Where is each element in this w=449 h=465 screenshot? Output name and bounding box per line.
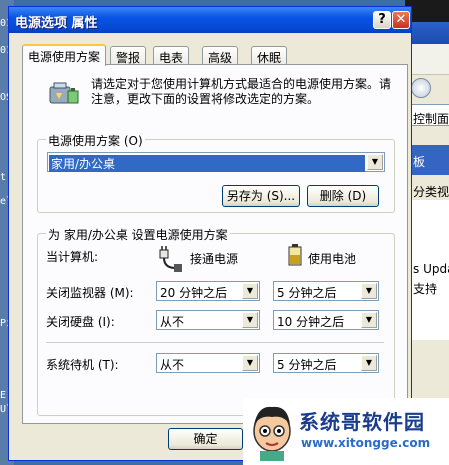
intro-text: 请选定对于您使用计算机方式最适合的电源使用方案。请注意，更改下面的设置将修改选定… — [91, 77, 392, 106]
monitor-off-ac-select[interactable]: 20 分钟之后 ▼ — [156, 281, 260, 301]
bg-text: E — [0, 390, 7, 401]
scheme-group-title: 电源使用方案 (O) — [46, 132, 145, 149]
tab-alarms[interactable]: 警报 — [110, 46, 147, 65]
ok-button[interactable]: 确定 — [168, 428, 243, 450]
bg-text: t — [0, 172, 7, 183]
computer-label: 当计算机: — [46, 250, 99, 264]
bg-text: 分类视图 — [413, 185, 449, 199]
back-icon — [411, 78, 431, 98]
watermark-url: www.xitongge.com — [301, 436, 431, 450]
settings-divider — [46, 342, 384, 343]
standby-ac-select[interactable]: 从不 ▼ — [156, 353, 260, 373]
standby-dc-value: 5 分钟之后 — [277, 358, 337, 372]
plug-icon — [159, 246, 182, 272]
chevron-down-icon[interactable]: ▼ — [361, 283, 377, 299]
standby-dc-select[interactable]: 5 分钟之后 ▼ — [273, 353, 379, 373]
window-title: 电源选项 属性 — [15, 16, 98, 31]
chevron-down-icon[interactable]: ▼ — [242, 312, 258, 328]
close-button[interactable]: ✕ — [392, 11, 410, 29]
chevron-down-icon[interactable]: ▼ — [361, 312, 377, 328]
hard-disk-off-label: 关闭硬盘 (I): — [46, 315, 115, 329]
save-as-button[interactable]: 另存为 (S)... — [222, 185, 300, 207]
mascot-logo — [253, 406, 291, 461]
standby-ac-value: 从不 — [160, 358, 185, 372]
bg-text: 支持 — [413, 282, 438, 296]
chevron-down-icon[interactable]: ▼ — [367, 154, 383, 170]
power-schemes-icon — [49, 82, 79, 104]
ac-power-label: 接通电源 — [190, 252, 239, 266]
monitor-off-label: 关闭监视器 (M): — [46, 286, 134, 300]
hard-disk-off-dc-select[interactable]: 10 分钟之后 ▼ — [273, 310, 379, 330]
watermark-title: 系统哥软件园 — [299, 410, 425, 434]
settings-group: 为 家用/办公桌 设置电源使用方案 当计算机: 接通电源 使用电池 关闭监视器 … — [37, 226, 395, 416]
bg-text: 板 — [413, 155, 426, 169]
tab-power-schemes[interactable]: 电源使用方案 — [22, 44, 107, 66]
chevron-down-icon[interactable]: ▼ — [361, 355, 377, 371]
tab-hibernate[interactable]: 休眠 — [251, 46, 288, 65]
chevron-down-icon[interactable]: ▼ — [242, 283, 258, 299]
battery-power-label: 使用电池 — [308, 252, 357, 266]
watermark: 系统哥软件园 www.xitongge.com — [243, 398, 449, 465]
battery-icon — [288, 244, 302, 266]
hard-disk-off-ac-select[interactable]: 从不 ▼ — [156, 310, 260, 330]
power-scheme-select[interactable]: 家用/办公桌 ▼ — [47, 152, 385, 172]
power-schemes-page: 请选定对于您使用计算机方式最适合的电源使用方案。请注意，更改下面的设置将修改选定… — [22, 64, 408, 424]
help-button[interactable]: ? — [373, 11, 391, 29]
power-scheme-value: 家用/办公桌 — [49, 155, 365, 172]
tab-advanced[interactable]: 高级 — [202, 46, 239, 65]
standby-label: 系统待机 (T): — [46, 358, 119, 372]
hard-disk-off-ac-value: 从不 — [160, 315, 185, 329]
chevron-down-icon[interactable]: ▼ — [242, 355, 258, 371]
tab-power-meter[interactable]: 电表 — [153, 46, 190, 65]
delete-button[interactable]: 删除 (D) — [307, 185, 379, 207]
bg-text: s Updat — [413, 262, 449, 276]
monitor-off-dc-select[interactable]: 5 分钟之后 ▼ — [273, 281, 379, 301]
settings-group-title: 为 家用/办公桌 设置电源使用方案 — [46, 226, 230, 243]
bg-text: 控制面板 — [413, 112, 449, 126]
monitor-off-ac-value: 20 分钟之后 — [160, 286, 228, 300]
monitor-off-dc-value: 5 分钟之后 — [277, 286, 337, 300]
scheme-group: 电源使用方案 (O) 家用/办公桌 ▼ 另存为 (S)... 删除 (D) — [37, 132, 395, 213]
hard-disk-off-dc-value: 10 分钟之后 — [277, 315, 345, 329]
title-bar[interactable]: 电源选项 属性 ? ✕ — [9, 7, 411, 33]
power-options-dialog: 电源选项 属性 ? ✕ 电源使用方案 警报 电表 高级 休眠 请选定对于您使用计… — [8, 6, 412, 461]
